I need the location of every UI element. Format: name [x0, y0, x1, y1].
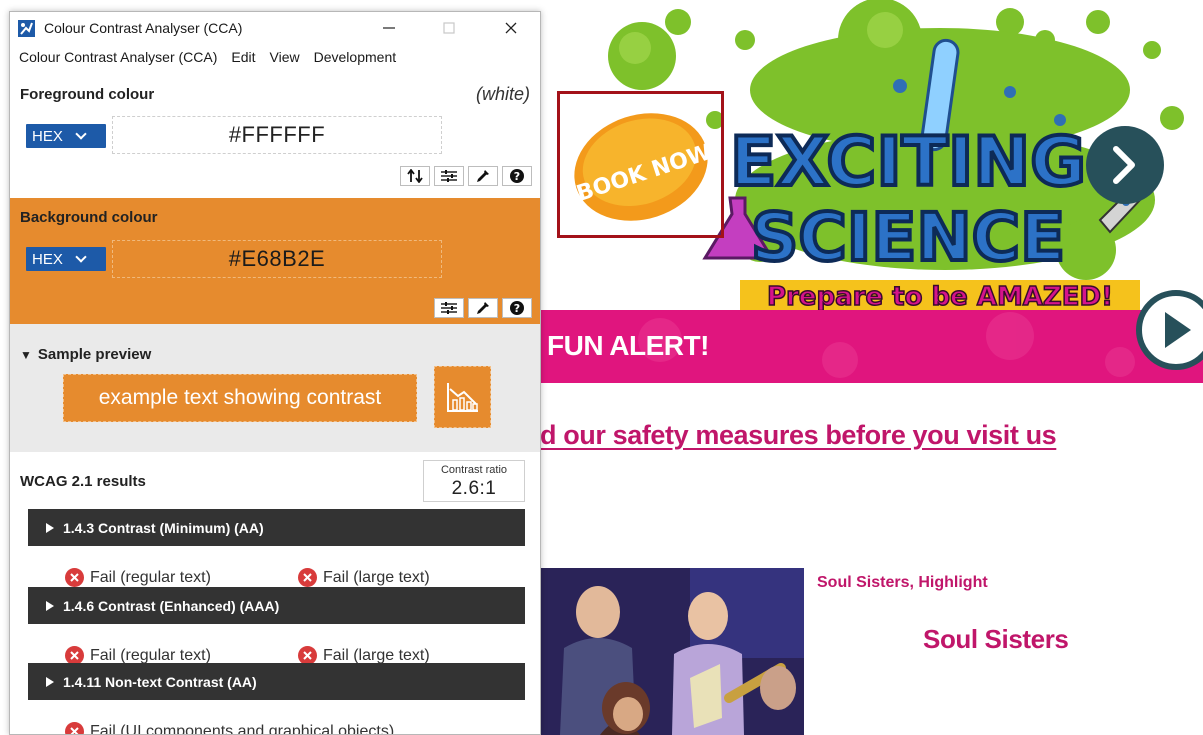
- minimize-button[interactable]: [366, 12, 412, 44]
- contrast-ratio-box: Contrast ratio 2.6:1: [423, 460, 525, 502]
- chevron-down-icon: [75, 251, 87, 263]
- triangle-right-icon: [46, 522, 54, 533]
- maximize-icon: [443, 22, 455, 34]
- menu-app[interactable]: Colour Contrast Analyser (CCA): [10, 45, 223, 69]
- result-regular-text: Fail (regular text): [65, 568, 211, 587]
- foreground-toolbar: ?: [400, 166, 532, 186]
- sample-text: example text showing contrast: [63, 374, 417, 422]
- foreground-label: Foreground colour: [20, 86, 155, 103]
- criterion-1-4-3[interactable]: 1.4.3 Contrast (Minimum) (AA): [28, 509, 525, 546]
- contrast-ratio-value: 2.6:1: [451, 478, 497, 499]
- results-section: WCAG 2.1 results Contrast ratio 2.6:1 1.…: [10, 452, 540, 735]
- background-toolbar: ?: [434, 298, 532, 318]
- chart-icon: [446, 383, 478, 412]
- fail-icon: [65, 722, 84, 734]
- result-large-text: Fail (large text): [298, 568, 430, 587]
- book-now-highlight[interactable]: [557, 91, 724, 238]
- background-eyedropper-button[interactable]: [468, 298, 498, 318]
- foreground-eyedropper-button[interactable]: [468, 166, 498, 186]
- show-photo[interactable]: [540, 568, 804, 735]
- sliders-icon: [441, 302, 457, 314]
- cca-window: Colour Contrast Analyser (CCA) Colour Co…: [9, 11, 541, 735]
- play-icon: [1165, 312, 1191, 348]
- show-title: Soul Sisters: [923, 624, 1069, 654]
- foreground-hex-input[interactable]: #FFFFFF: [112, 116, 442, 154]
- show-caption[interactable]: Soul Sisters, Highlight: [817, 574, 988, 592]
- foreground-help-button[interactable]: ?: [502, 166, 532, 186]
- show-image: [540, 568, 804, 735]
- result-ui-components: Fail (UI components and graphical object…: [65, 722, 395, 735]
- foreground-format-value: HEX: [32, 127, 63, 145]
- hero-title-line1: EXCITING: [730, 123, 1086, 202]
- eyedropper-icon: [477, 302, 489, 314]
- foreground-color-name: (white): [475, 84, 530, 104]
- swap-colors-button[interactable]: [400, 166, 430, 186]
- svg-text:?: ?: [514, 170, 520, 183]
- result-text: Fail (UI components and graphical object…: [90, 722, 395, 735]
- maximize-button[interactable]: [426, 12, 472, 44]
- background-label: Background colour: [20, 209, 158, 226]
- menu-view[interactable]: View: [262, 45, 306, 69]
- background-sliders-button[interactable]: [434, 298, 464, 318]
- eyedropper-icon: [477, 170, 489, 182]
- hero-title-line2: SCIENCE: [751, 199, 1065, 276]
- fail-icon: [65, 568, 84, 587]
- triangle-down-icon: ▼: [20, 348, 32, 362]
- screen: EXCITING SCIENCE Prepare to be AMAZED! B…: [0, 0, 1203, 735]
- title-bar[interactable]: Colour Contrast Analyser (CCA): [10, 12, 540, 44]
- swap-icon: [407, 169, 423, 183]
- criterion-title: 1.4.6 Contrast (Enhanced) (AAA): [63, 597, 280, 614]
- background-hex-input[interactable]: #E68B2E: [112, 240, 442, 278]
- result-text: Fail (large text): [323, 568, 430, 586]
- help-icon: ?: [510, 301, 524, 315]
- wcag-results-label: WCAG 2.1 results: [20, 473, 146, 490]
- minimize-icon: [383, 27, 395, 29]
- background-help-button[interactable]: ?: [502, 298, 532, 318]
- triangle-right-icon: [46, 600, 54, 611]
- sample-icon-preview: [434, 366, 491, 428]
- sample-preview-toggle[interactable]: ▼ Sample preview: [20, 346, 151, 363]
- sample-preview-label: Sample preview: [37, 346, 152, 363]
- chevron-down-icon: [75, 128, 87, 140]
- sliders-icon: [441, 170, 457, 182]
- foreground-format-select[interactable]: HEX: [26, 124, 106, 148]
- menu-bar: Colour Contrast Analyser (CCA) Edit View…: [10, 45, 540, 69]
- criterion-1-4-6[interactable]: 1.4.6 Contrast (Enhanced) (AAA): [28, 587, 525, 624]
- background-section: Background colour HEX #E68B2E ?: [10, 198, 540, 324]
- banner-text: FUN ALERT!: [547, 330, 709, 361]
- app-icon: [18, 20, 35, 37]
- close-button[interactable]: [488, 12, 534, 44]
- criterion-title: 1.4.3 Contrast (Minimum) (AA): [63, 519, 264, 536]
- chevron-right-icon: [1113, 146, 1135, 184]
- window-title: Colour Contrast Analyser (CCA): [44, 20, 243, 36]
- criterion-title: 1.4.11 Non-text Contrast (AA): [63, 673, 257, 690]
- result-text: Fail (regular text): [90, 646, 211, 664]
- result-text: Fail (regular text): [90, 568, 211, 586]
- foreground-section: Foreground colour (white) HEX #FFFFFF ?: [10, 78, 540, 196]
- foreground-sliders-button[interactable]: [434, 166, 464, 186]
- contrast-ratio-caption: Contrast ratio: [440, 464, 508, 476]
- background-format-select[interactable]: HEX: [26, 247, 106, 271]
- menu-development[interactable]: Development: [306, 45, 403, 69]
- fail-icon: [298, 568, 317, 587]
- result-text: Fail (large text): [323, 646, 430, 664]
- svg-text:?: ?: [514, 302, 520, 315]
- help-icon: ?: [510, 169, 524, 183]
- safety-measures-link[interactable]: d our safety measures before you visit u…: [540, 420, 1057, 451]
- hero-tagline: Prepare to be AMAZED!: [767, 282, 1113, 310]
- background-format-value: HEX: [32, 250, 63, 268]
- triangle-right-icon: [46, 676, 54, 687]
- menu-edit[interactable]: Edit: [223, 45, 261, 69]
- close-icon: [505, 22, 517, 34]
- criterion-1-4-11[interactable]: 1.4.11 Non-text Contrast (AA): [28, 663, 525, 700]
- carousel-next-button[interactable]: [1086, 126, 1164, 204]
